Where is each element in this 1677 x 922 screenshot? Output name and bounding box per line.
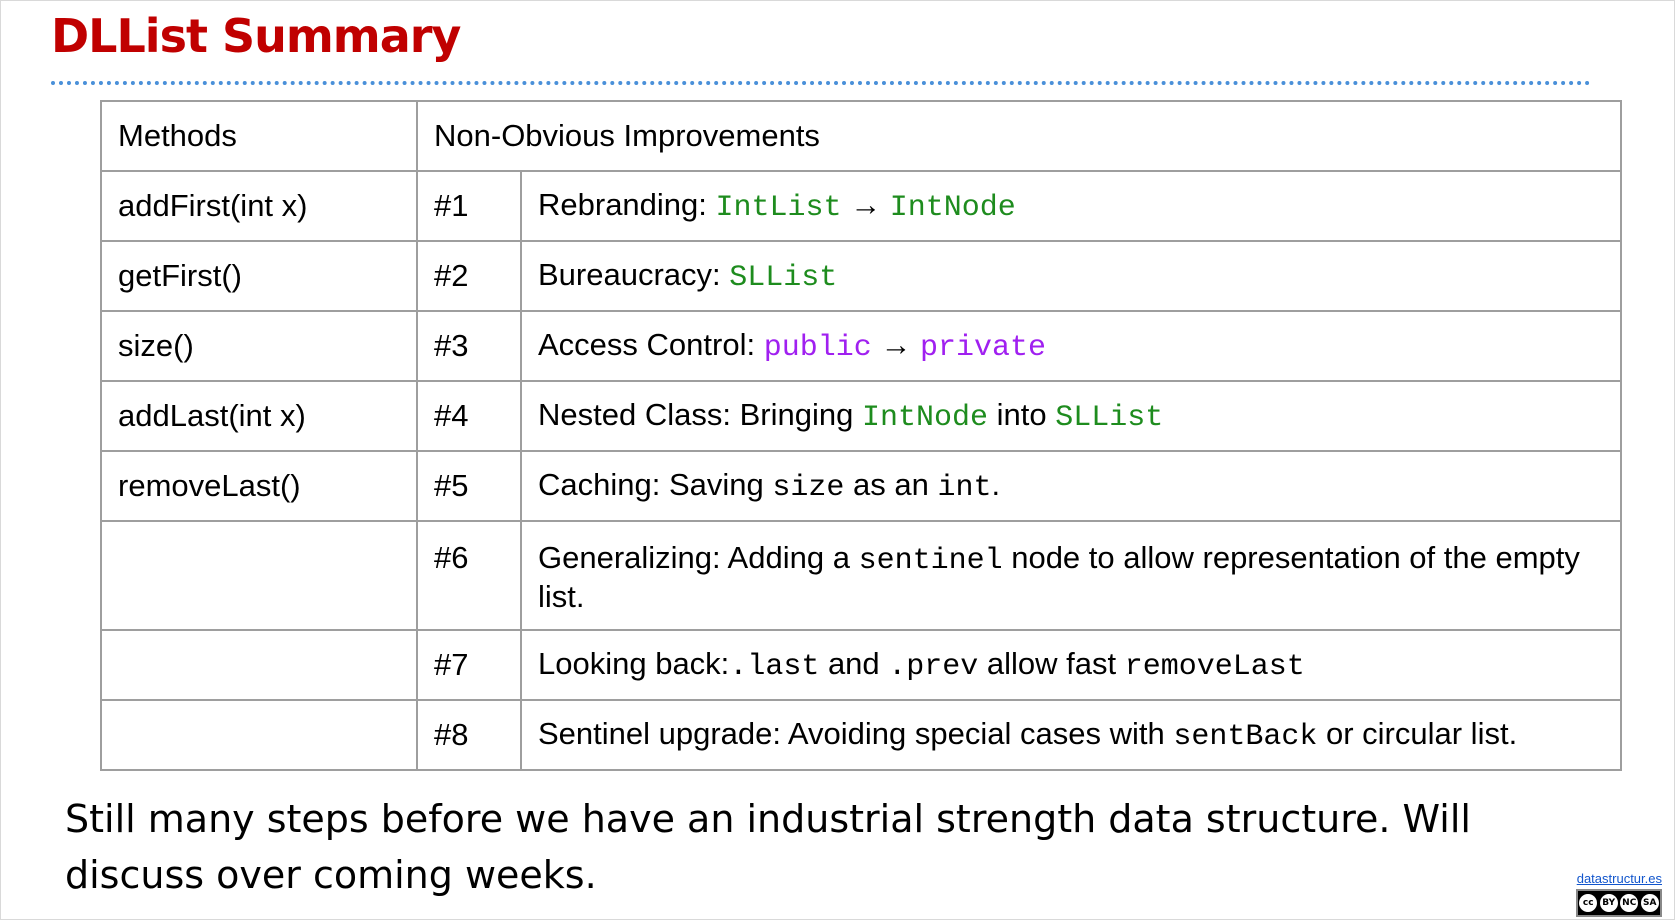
slide-title: DLList Summary bbox=[51, 9, 461, 63]
method-cell: removeLast() bbox=[100, 450, 418, 522]
text-fragment: Generalizing: Adding a bbox=[538, 540, 859, 575]
table-row: size() #3 Access Control: public → private bbox=[100, 310, 1622, 382]
title-divider bbox=[51, 81, 1591, 85]
improvement-description: Bureaucracy: SLList bbox=[520, 240, 1622, 312]
method-cell: addFirst(int x) bbox=[100, 170, 418, 242]
text-fragment: Sentinel upgrade: Avoiding special cases… bbox=[538, 715, 1174, 751]
code-fragment: IntNode bbox=[861, 400, 988, 435]
table-row: #8 Sentinel upgrade: Avoiding special cas… bbox=[100, 699, 1622, 771]
improvement-number: #4 bbox=[416, 380, 522, 452]
text-fragment: → bbox=[841, 186, 890, 222]
method-cell: addLast(int x) bbox=[100, 380, 418, 452]
code-fragment: size bbox=[772, 470, 845, 505]
improvement-description: Caching: Saving size as an int. bbox=[520, 450, 1622, 522]
code-fragment: sentinel bbox=[858, 544, 1003, 578]
method-cell bbox=[100, 699, 418, 771]
code-fragment: IntList bbox=[715, 190, 842, 225]
cc-license-badge: cc BY NC SA bbox=[1576, 889, 1662, 917]
code-fragment: removeLast bbox=[1124, 649, 1305, 684]
code-fragment: IntNode bbox=[889, 190, 1016, 225]
text-fragment: Access Control: bbox=[538, 326, 764, 362]
license-icon: NC bbox=[1620, 894, 1639, 912]
text-fragment: Nested Class: Bringing bbox=[538, 396, 862, 432]
improvement-number: #2 bbox=[416, 240, 522, 312]
code-fragment: int bbox=[937, 470, 992, 505]
improvement-number: #3 bbox=[416, 310, 522, 382]
method-cell bbox=[100, 629, 418, 701]
table-row: #6 Generalizing: Adding a sentinel node t… bbox=[100, 520, 1622, 631]
improvement-description: Generalizing: Adding a sentinel node to … bbox=[520, 520, 1622, 631]
site-link[interactable]: datastructur.es bbox=[1577, 871, 1662, 886]
improvement-description: Nested Class: Bringing IntNode into SLLi… bbox=[520, 380, 1622, 452]
improvement-number: #8 bbox=[416, 699, 522, 771]
license-icon: SA bbox=[1640, 894, 1659, 912]
table-row: getFirst() #2 Bureaucracy: SLList bbox=[100, 240, 1622, 312]
code-fragment: SLList bbox=[1055, 400, 1164, 435]
header-methods: Methods bbox=[100, 100, 418, 172]
code-fragment: SLList bbox=[729, 260, 838, 295]
table-row: #7 Looking back:.last and .prev allow fas… bbox=[100, 629, 1622, 701]
text-fragment: and bbox=[819, 645, 889, 681]
text-fragment: as an bbox=[844, 466, 938, 502]
code-fragment: private bbox=[919, 330, 1046, 365]
license-icon: BY bbox=[1599, 894, 1618, 912]
text-fragment: into bbox=[987, 396, 1056, 432]
text-fragment: Rebranding: bbox=[538, 186, 716, 222]
text-fragment: Bureaucracy: bbox=[538, 256, 730, 292]
improvement-description: Access Control: public → private bbox=[520, 310, 1622, 382]
slide: DLList Summary Methods Non-Obvious Impro… bbox=[0, 0, 1675, 920]
text-fragment: . bbox=[991, 466, 1001, 502]
table-row: addLast(int x) #4 Nested Class: Bringing I… bbox=[100, 380, 1622, 452]
text-fragment: → bbox=[871, 326, 920, 362]
improvement-description: Rebranding: IntList → IntNode bbox=[520, 170, 1622, 242]
code-fragment: sentBack bbox=[1173, 719, 1318, 754]
text-fragment: or circular list. bbox=[1317, 715, 1518, 751]
footer-note: Still many steps before we have an indus… bbox=[65, 797, 1471, 897]
license-icon: cc bbox=[1579, 894, 1598, 912]
improvement-description: Looking back:.last and .prev allow fast … bbox=[520, 629, 1622, 701]
improvement-number: #7 bbox=[416, 629, 522, 701]
method-cell: size() bbox=[100, 310, 418, 382]
code-fragment: .last bbox=[729, 649, 820, 684]
method-cell: getFirst() bbox=[100, 240, 418, 312]
table-row: addFirst(int x) #1 Rebranding: IntList → I… bbox=[100, 170, 1622, 242]
code-fragment: .prev bbox=[888, 649, 979, 684]
table-header-row: Methods Non-Obvious Improvements bbox=[100, 100, 1622, 172]
summary-table: Methods Non-Obvious Improvements addFirs… bbox=[100, 100, 1622, 771]
text-fragment: Caching: Saving bbox=[538, 466, 773, 502]
code-fragment: public bbox=[763, 330, 872, 365]
text-fragment: Looking back: bbox=[538, 645, 730, 681]
improvement-description: Sentinel upgrade: Avoiding special cases… bbox=[520, 699, 1622, 771]
improvement-number: #1 bbox=[416, 170, 522, 242]
method-cell bbox=[100, 520, 418, 631]
improvement-number: #5 bbox=[416, 450, 522, 522]
improvement-number: #6 bbox=[416, 520, 522, 631]
table-row: removeLast() #5 Caching: Saving size as an… bbox=[100, 450, 1622, 522]
text-fragment: allow fast bbox=[978, 645, 1125, 681]
header-improvements: Non-Obvious Improvements bbox=[416, 100, 1622, 172]
